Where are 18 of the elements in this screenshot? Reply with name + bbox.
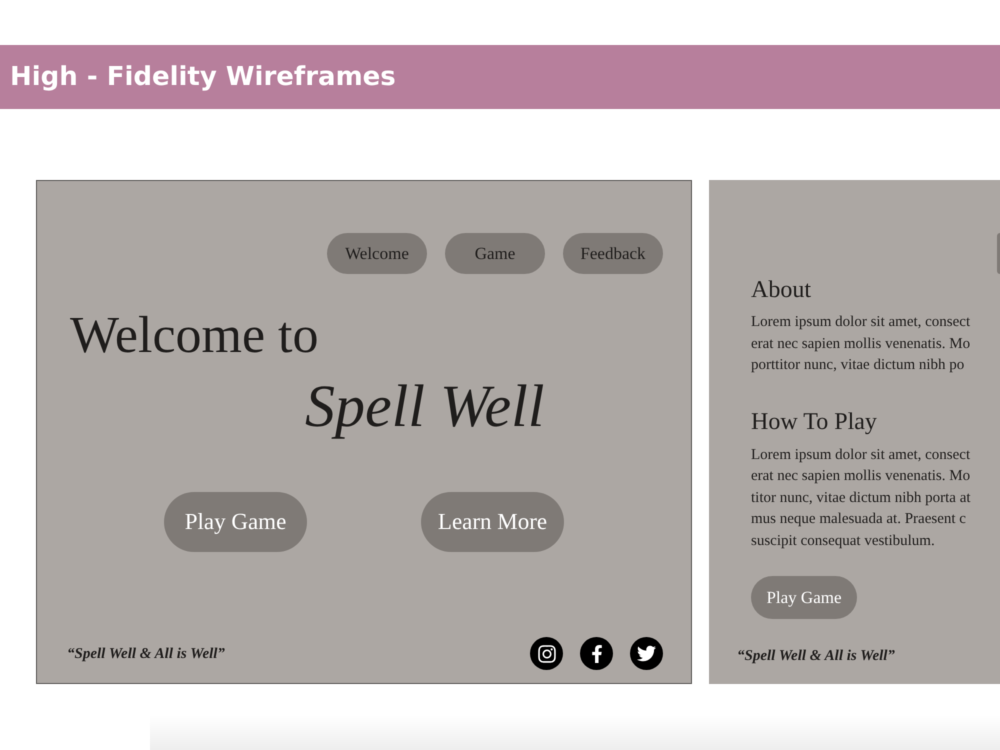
letter-f-icon[interactable] — [580, 637, 613, 670]
section-heading: How To Play — [751, 408, 877, 436]
app-title: Spell Well — [305, 372, 546, 441]
camera-icon[interactable] — [530, 637, 563, 670]
action-button[interactable]: Play Game — [164, 492, 307, 552]
nav-button[interactable]: Game — [445, 233, 545, 274]
bird-icon[interactable] — [630, 637, 663, 670]
action-button[interactable]: Learn More — [421, 492, 564, 552]
welcome-heading: Welcome to — [70, 306, 318, 366]
nav-button[interactable]: Welcome — [327, 233, 427, 274]
play-game-button[interactable]: Play Game — [751, 576, 857, 619]
tagline: “Spell Well & All is Well” — [737, 647, 896, 665]
section-text: Lorem ipsum dolor sit amet, consect erat nec sapien mollis venenatis. Mo porttitor nunc, vitae dictum nibh po — [751, 313, 970, 375]
nav-button[interactable]: Feedback — [563, 233, 663, 274]
section-heading: About — [751, 276, 811, 305]
section-text: Lorem ipsum dolor sit amet, consect erat nec sapien mollis venenatis. Mo titor nunc, vitae dictum nibh porta at mus neque malesuada at. Praesent c suscipit consequat vestibulum. — [751, 446, 971, 550]
page-title: High - Fidelity Wireframes — [10, 62, 396, 92]
tagline: “Spell Well & All is Well” — [67, 644, 226, 662]
